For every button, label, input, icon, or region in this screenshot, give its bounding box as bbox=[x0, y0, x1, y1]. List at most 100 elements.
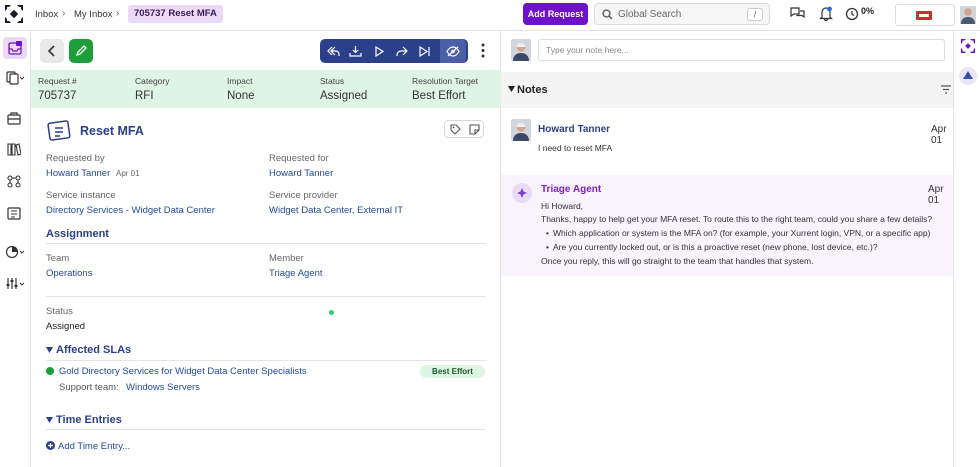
team-label: Team bbox=[46, 253, 70, 264]
note-date: Apr 01 bbox=[931, 124, 947, 146]
note-text-line: Are you currently locked out, or is this… bbox=[553, 242, 878, 252]
search-shortcut: / bbox=[747, 8, 763, 21]
hide-icon[interactable] bbox=[440, 39, 466, 63]
pencil-icon bbox=[75, 45, 87, 57]
edit-button[interactable] bbox=[69, 39, 93, 63]
member-label: Member bbox=[269, 253, 304, 264]
sparkle-icon bbox=[517, 188, 527, 198]
note-text-line: Hi Howard, bbox=[541, 201, 584, 211]
account-menu[interactable] bbox=[895, 4, 955, 26]
breadcrumb-my-inbox[interactable]: My Inbox bbox=[74, 9, 113, 20]
requested-for-link[interactable]: Howard Tanner bbox=[269, 168, 333, 179]
divider bbox=[46, 243, 486, 244]
breadcrumb-separator: › bbox=[62, 8, 66, 19]
collapse-triangle-icon[interactable] bbox=[46, 347, 53, 353]
service-provider-link[interactable]: Widget Data Center, External IT bbox=[269, 205, 403, 216]
request-type-icon bbox=[47, 119, 72, 143]
collapse-triangle-icon[interactable] bbox=[508, 86, 515, 92]
sla-badge: Best Effort bbox=[420, 365, 485, 378]
resolution-target-label: Resolution Target bbox=[412, 76, 478, 86]
breadcrumb-separator: › bbox=[116, 8, 120, 19]
status-label: Status bbox=[320, 76, 345, 86]
note-text-line: Thanks, happy to help get your MFA reset… bbox=[541, 214, 933, 224]
requested-by-date: Apr 01 bbox=[116, 169, 140, 178]
sticker-icon[interactable] bbox=[469, 124, 480, 135]
timer-icon[interactable] bbox=[845, 7, 859, 21]
bell-icon[interactable] bbox=[819, 6, 833, 21]
sla-name-link[interactable]: Gold Directory Services for Widget Data … bbox=[59, 366, 307, 377]
library-icon[interactable] bbox=[7, 143, 21, 156]
requested-by-link[interactable]: Howard Tanner bbox=[46, 168, 110, 179]
settings-sliders-icon[interactable] bbox=[5, 277, 25, 290]
nav-inbox[interactable] bbox=[3, 37, 27, 59]
divider bbox=[46, 296, 486, 297]
reply-all-icon[interactable] bbox=[322, 39, 345, 63]
collapse-triangle-icon[interactable] bbox=[46, 417, 53, 423]
note-text-line: Once you reply, this will go straight to… bbox=[541, 256, 814, 266]
note-input[interactable]: Type your note here... bbox=[538, 39, 945, 61]
download-icon[interactable] bbox=[344, 39, 367, 63]
analytics-icon[interactable] bbox=[5, 245, 25, 258]
notes-panel: Type your note here... Notes Howard Tann… bbox=[501, 31, 953, 467]
reports-icon[interactable] bbox=[7, 207, 21, 220]
requested-by-label: Requested by bbox=[46, 153, 105, 164]
request-number: 705737 bbox=[38, 90, 77, 102]
status-value: Assigned bbox=[320, 90, 368, 102]
assignment-heading: Assignment bbox=[46, 228, 109, 240]
note-date: Apr 01 bbox=[928, 184, 944, 206]
global-search-input[interactable]: Global Search / bbox=[594, 3, 770, 25]
avatar bbox=[511, 39, 531, 61]
company-logo bbox=[916, 11, 932, 20]
breadcrumb-inbox[interactable]: Inbox bbox=[35, 9, 58, 20]
bullet: • bbox=[546, 228, 549, 238]
request-number-label: Request # bbox=[38, 76, 77, 86]
search-placeholder: Global Search bbox=[618, 9, 682, 20]
impact-value: None bbox=[227, 90, 255, 102]
note-input-placeholder: Type your note here... bbox=[546, 45, 629, 55]
add-circle-icon bbox=[46, 441, 55, 450]
support-team-link[interactable]: Windows Servers bbox=[126, 382, 200, 393]
chevron-left-icon bbox=[47, 45, 55, 57]
divider bbox=[46, 429, 486, 430]
inbox-icon[interactable] bbox=[961, 39, 975, 53]
note-author-link[interactable]: Howard Tanner bbox=[538, 124, 610, 135]
catalog-icon[interactable] bbox=[7, 112, 21, 125]
avatar[interactable] bbox=[960, 6, 976, 24]
assistant-icon[interactable] bbox=[959, 67, 977, 85]
skip-forward-icon[interactable] bbox=[413, 39, 436, 63]
chat-icon[interactable] bbox=[790, 7, 805, 21]
category-label: Category bbox=[135, 76, 170, 86]
app-logo[interactable] bbox=[5, 5, 23, 23]
requests-icon[interactable] bbox=[6, 71, 24, 85]
add-request-button[interactable]: Add Request bbox=[523, 3, 588, 25]
resolution-target-value: Best Effort bbox=[412, 90, 466, 102]
workflow-icon[interactable] bbox=[7, 175, 21, 188]
divider bbox=[46, 360, 486, 361]
notes-title: Notes bbox=[517, 84, 548, 96]
right-rail bbox=[953, 31, 980, 467]
play-icon[interactable] bbox=[367, 39, 390, 63]
forward-icon[interactable] bbox=[390, 39, 413, 63]
request-summary-bar: Request # 705737 Category RFI Impact Non… bbox=[31, 70, 501, 108]
time-entries-heading[interactable]: Time Entries bbox=[56, 414, 122, 426]
service-provider-label: Service provider bbox=[269, 190, 338, 201]
progress-value: 0% bbox=[861, 6, 875, 16]
notes-header: Notes bbox=[501, 72, 953, 108]
more-options-icon[interactable] bbox=[480, 43, 486, 58]
member-link[interactable]: Triage Agent bbox=[269, 268, 323, 279]
left-nav bbox=[0, 31, 31, 467]
requested-for-label: Requested for bbox=[269, 153, 329, 164]
top-bar: Inbox › My Inbox › 705737 Reset MFA Add … bbox=[0, 0, 980, 31]
status-field-value: Assigned bbox=[46, 321, 86, 332]
back-button[interactable] bbox=[40, 39, 64, 63]
tag-icon[interactable] bbox=[450, 124, 461, 135]
service-instance-label: Service instance bbox=[46, 190, 116, 201]
filter-icon[interactable] bbox=[941, 85, 951, 94]
affected-slas-heading[interactable]: Affected SLAs bbox=[56, 344, 131, 356]
team-link[interactable]: Operations bbox=[46, 268, 92, 279]
request-toolbar bbox=[31, 31, 501, 70]
add-time-entry-link[interactable]: Add Time Entry... bbox=[58, 441, 130, 452]
sla-status-dot bbox=[46, 367, 54, 375]
note-author-link[interactable]: Triage Agent bbox=[541, 184, 601, 195]
service-instance-link[interactable]: Directory Services - Widget Data Center bbox=[46, 205, 215, 216]
